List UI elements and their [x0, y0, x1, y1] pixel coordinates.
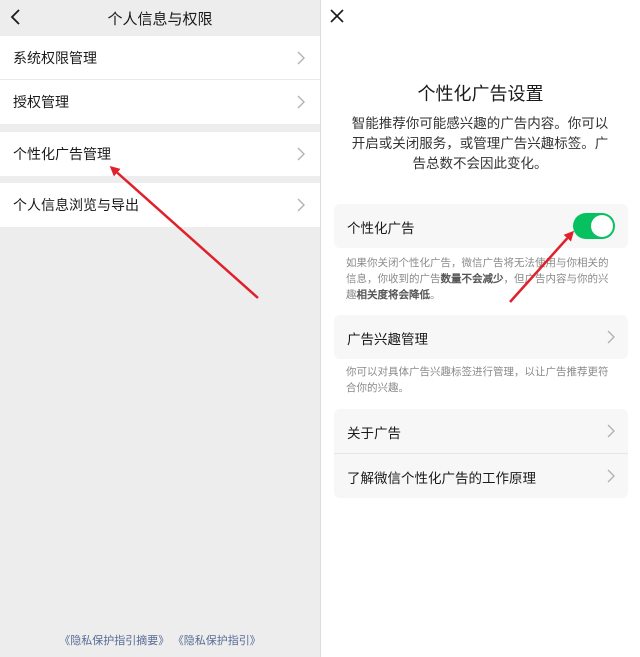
- personalized-ads-card: 个性化广告: [334, 204, 628, 248]
- chevron-right-icon: [297, 198, 305, 212]
- ad-settings-panel: 个性化广告设置 智能推荐你可能感兴趣的广告内容。你可以开启或关闭服务，或管理广告…: [320, 0, 640, 657]
- ad-interest-label: 广告兴趣管理: [347, 332, 428, 348]
- personalized-ads-label: 个性化广告: [347, 221, 415, 237]
- menu-item-browse-export[interactable]: 个人信息浏览与导出: [0, 183, 320, 227]
- chevron-right-icon: [607, 469, 615, 483]
- toggle-knob: [591, 215, 613, 237]
- nav-bar: 个人信息与权限: [0, 0, 320, 34]
- menu-item-personalized-ads[interactable]: 个性化广告管理: [0, 132, 320, 176]
- menu-item-label: 个人信息浏览与导出: [13, 198, 139, 214]
- how-it-works-row[interactable]: 了解微信个性化广告的工作原理: [334, 453, 628, 498]
- note-emphasis: 相关度将会降低: [356, 289, 431, 301]
- chevron-right-icon: [297, 51, 305, 65]
- menu-item-label: 个性化广告管理: [13, 147, 111, 163]
- about-ads-row[interactable]: 关于广告: [334, 409, 628, 453]
- settings-description: 智能推荐你可能感兴趣的广告内容。你可以开启或关闭服务，或管理广告兴趣标签。广告总…: [351, 116, 609, 172]
- privacy-summary-link[interactable]: 《隐私保护指引摘要》: [59, 634, 169, 647]
- chevron-right-icon: [297, 95, 305, 109]
- privacy-settings-panel: 个人信息与权限 系统权限管理 授权管理 个性化广告管理 个人信息浏览与导出 《隐…: [0, 0, 320, 657]
- chevron-right-icon: [607, 330, 615, 344]
- ad-interest-note: 你可以对具体广告兴趣标签进行管理，以让广告推荐更符合你的兴趣。: [346, 366, 609, 394]
- note-emphasis: 数量不会减少: [440, 273, 504, 285]
- about-ads-label: 关于广告: [347, 426, 401, 442]
- ad-interest-card: 广告兴趣管理: [334, 315, 628, 359]
- footer-links: 《隐私保护指引摘要》 《隐私保护指引》: [0, 632, 320, 648]
- menu-item-label: 授权管理: [13, 95, 69, 111]
- menu-item-label: 系统权限管理: [13, 51, 97, 67]
- permissions-group: 系统权限管理 授权管理: [0, 36, 320, 124]
- ad-interest-management-row[interactable]: 广告兴趣管理: [334, 315, 628, 359]
- close-icon[interactable]: [329, 8, 345, 24]
- menu-item-authorization[interactable]: 授权管理: [0, 80, 320, 124]
- data-group: 个人信息浏览与导出: [0, 183, 320, 227]
- privacy-guide-link[interactable]: 《隐私保护指引》: [173, 634, 261, 647]
- how-it-works-label: 了解微信个性化广告的工作原理: [347, 471, 536, 487]
- page-title: 个人信息与权限: [107, 10, 213, 28]
- menu-item-system-permissions[interactable]: 系统权限管理: [0, 36, 320, 80]
- chevron-right-icon: [607, 424, 615, 438]
- note-text: 。: [430, 289, 441, 301]
- chevron-right-icon: [297, 147, 305, 161]
- personalized-ads-note: 如果你关闭个性化广告，微信广告将无法使用与你相关的信息，你收到的广告数量不会减少…: [346, 255, 618, 303]
- personalized-ads-toggle[interactable]: [573, 213, 615, 239]
- about-ads-card: 关于广告 了解微信个性化广告的工作原理: [334, 409, 628, 498]
- ads-group: 个性化广告管理: [0, 132, 320, 176]
- personalized-ads-row: 个性化广告: [334, 204, 628, 248]
- settings-title: 个性化广告设置: [417, 84, 544, 105]
